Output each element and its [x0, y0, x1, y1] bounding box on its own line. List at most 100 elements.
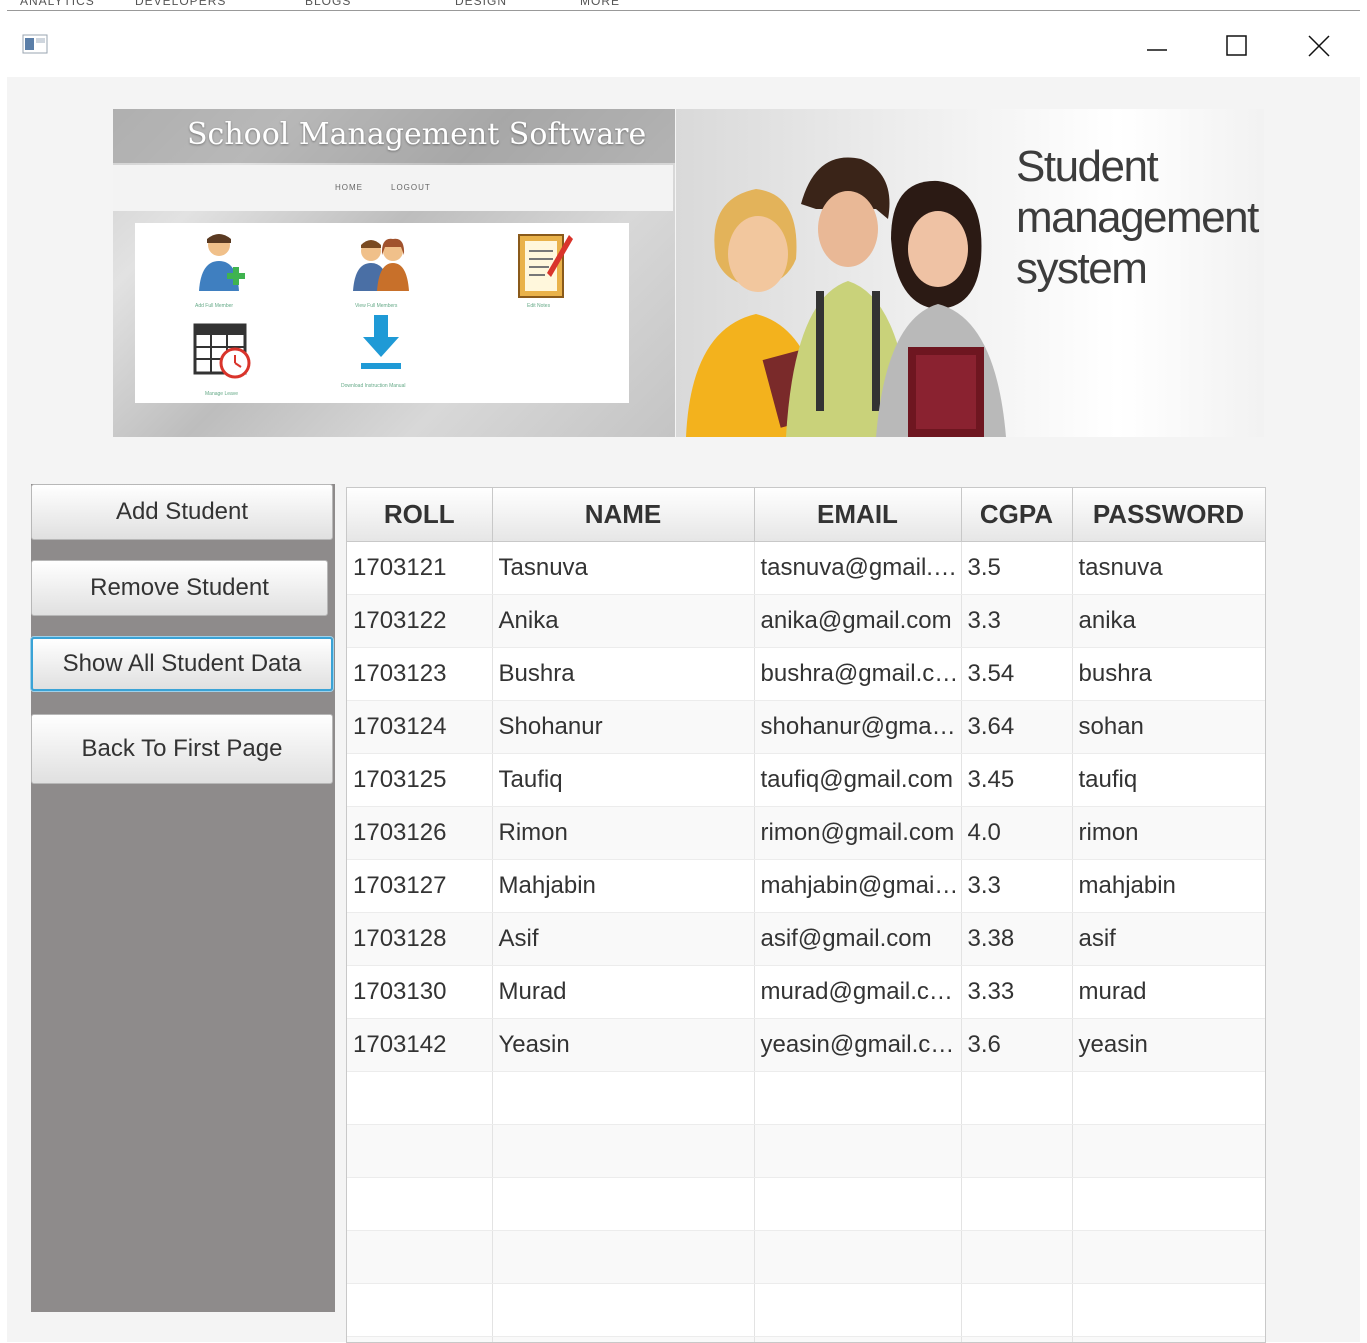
table-row-empty[interactable]	[347, 1125, 1265, 1178]
tile-caption: Manage Leave	[205, 391, 238, 397]
table-cell: tasnuva@gmail.com	[754, 542, 961, 595]
table-row[interactable]: 1703128Asifasif@gmail.com3.38asif	[347, 913, 1265, 966]
banner-heading-line: system	[1016, 243, 1256, 294]
table-cell-empty	[492, 1125, 754, 1178]
table-row-empty[interactable]	[347, 1284, 1265, 1337]
school-software-screenshot: School Management Software HOME LOGOUT A…	[113, 109, 675, 437]
table-cell: murad@gmail.com	[754, 966, 961, 1019]
table-body: 1703121Tasnuvatasnuva@gmail.com3.5tasnuv…	[347, 542, 1265, 1343]
table-row-empty[interactable]	[347, 1231, 1265, 1284]
banner-nav-home: HOME	[335, 183, 363, 192]
table-cell: mahjabin	[1072, 860, 1265, 913]
table-cell: Tasnuva	[492, 542, 754, 595]
minimize-icon[interactable]	[1127, 23, 1187, 69]
title-bar[interactable]	[7, 11, 1360, 77]
calendar-icon	[193, 319, 253, 384]
students-illustration	[676, 109, 1016, 437]
banner-heading: Student management system	[1016, 141, 1256, 294]
table-cell: bushra@gmail.com	[754, 648, 961, 701]
table-cell-empty	[347, 1072, 492, 1125]
table-cell-empty	[347, 1284, 492, 1337]
table-cell-empty	[961, 1231, 1072, 1284]
background-window-menu: ANALYTICS DEVELOPERS BLOGS DESIGN MORE	[0, 0, 1367, 10]
table-row-empty[interactable]	[347, 1178, 1265, 1231]
table-row[interactable]: 1703121Tasnuvatasnuva@gmail.com3.5tasnuv…	[347, 542, 1265, 595]
banner-icon-panel: Add Full Member View Full Members	[135, 223, 629, 403]
table-cell-empty	[754, 1231, 961, 1284]
table-cell: Mahjabin	[492, 860, 754, 913]
table-cell: 3.64	[961, 701, 1072, 754]
menu-fragment: MORE	[580, 0, 620, 8]
remove-student-button[interactable]: Remove Student	[31, 560, 328, 616]
table-cell: taufiq@gmail.com	[754, 754, 961, 807]
table-cell-empty	[1072, 1231, 1265, 1284]
table-cell: asif@gmail.com	[754, 913, 961, 966]
table-cell: Taufiq	[492, 754, 754, 807]
table-cell: Murad	[492, 966, 754, 1019]
table-cell: tasnuva	[1072, 542, 1265, 595]
table-row[interactable]: 1703127Mahjabinmahjabin@gmail.c...3.3mah…	[347, 860, 1265, 913]
table-cell: 3.5	[961, 542, 1072, 595]
table-cell-empty	[347, 1337, 492, 1343]
table-cell: 3.54	[961, 648, 1072, 701]
banner-nav-logout: LOGOUT	[391, 183, 431, 192]
menu-fragment: DEVELOPERS	[135, 0, 226, 8]
tile-caption: Add Full Member	[195, 303, 233, 309]
table-row-empty[interactable]	[347, 1072, 1265, 1125]
table-row[interactable]: 1703123Bushrabushra@gmail.com3.54bushra	[347, 648, 1265, 701]
column-header-password[interactable]: PASSWORD	[1072, 488, 1265, 542]
table-row[interactable]: 1703122Anikaanika@gmail.com3.3anika	[347, 595, 1265, 648]
table-cell-empty	[961, 1125, 1072, 1178]
table-row[interactable]: 1703124Shohanurshohanur@gmail.c...3.64so…	[347, 701, 1265, 754]
table-cell-empty	[1072, 1337, 1265, 1343]
maximize-icon[interactable]	[1207, 23, 1267, 69]
banner-nav: HOME LOGOUT	[113, 165, 673, 211]
table-cell: shohanur@gmail.c...	[754, 701, 961, 754]
table-row[interactable]: 1703126Rimonrimon@gmail.com4.0rimon	[347, 807, 1265, 860]
tile-caption: View Full Members	[355, 303, 397, 309]
table-cell: Asif	[492, 913, 754, 966]
banner-title: School Management Software	[187, 117, 646, 152]
table-row[interactable]: 1703142Yeasinyeasin@gmail.com3.6yeasin	[347, 1019, 1265, 1072]
table-cell: 1703123	[347, 648, 492, 701]
column-header-name[interactable]: NAME	[492, 488, 754, 542]
students-photo: Student management system	[676, 109, 1264, 437]
menu-fragment: BLOGS	[305, 0, 351, 8]
table-cell: 1703121	[347, 542, 492, 595]
table-cell: bushra	[1072, 648, 1265, 701]
table-cell-empty	[754, 1178, 961, 1231]
tile-caption: Edit Notes	[527, 303, 550, 309]
column-header-roll[interactable]: ROLL	[347, 488, 492, 542]
show-all-student-data-button[interactable]: Show All Student Data	[31, 637, 333, 691]
table-cell-empty	[754, 1125, 961, 1178]
table-cell: 3.45	[961, 754, 1072, 807]
table-cell: 1703142	[347, 1019, 492, 1072]
edit-notes-icon	[513, 229, 573, 306]
menu-fragment: DESIGN	[455, 0, 507, 8]
close-icon[interactable]	[1289, 23, 1349, 69]
student-table[interactable]: ROLL NAME EMAIL CGPA PASSWORD 1703121Tas…	[346, 487, 1266, 1343]
column-header-cgpa[interactable]: CGPA	[961, 488, 1072, 542]
table-cell-empty	[492, 1072, 754, 1125]
table-cell-empty	[492, 1178, 754, 1231]
table-row[interactable]: 1703130Muradmurad@gmail.com3.33murad	[347, 966, 1265, 1019]
add-student-button[interactable]: Add Student	[31, 484, 333, 540]
column-header-email[interactable]: EMAIL	[754, 488, 961, 542]
table-cell: rimon@gmail.com	[754, 807, 961, 860]
table-cell-empty	[754, 1284, 961, 1337]
table-cell: asif	[1072, 913, 1265, 966]
back-to-first-page-button[interactable]: Back To First Page	[31, 714, 333, 784]
table-cell-empty	[961, 1072, 1072, 1125]
table-row[interactable]: 1703125Taufiqtaufiq@gmail.com3.45taufiq	[347, 754, 1265, 807]
table-cell-empty	[347, 1125, 492, 1178]
table-row-empty[interactable]	[347, 1337, 1265, 1343]
table-cell: rimon	[1072, 807, 1265, 860]
table-cell: murad	[1072, 966, 1265, 1019]
table-cell: 3.3	[961, 595, 1072, 648]
table-cell-empty	[1072, 1178, 1265, 1231]
app-window: School Management Software HOME LOGOUT A…	[7, 10, 1360, 1342]
menu-fragment: ANALYTICS	[20, 0, 95, 8]
table-cell-empty	[1072, 1072, 1265, 1125]
table-cell: 3.33	[961, 966, 1072, 1019]
table-cell: sohan	[1072, 701, 1265, 754]
